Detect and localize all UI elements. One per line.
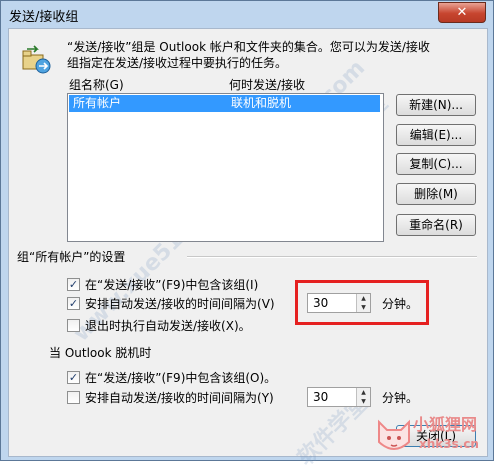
- fox-logo-icon: [378, 419, 410, 450]
- exit-checkbox[interactable]: [67, 319, 80, 332]
- close-icon[interactable]: ✕: [438, 2, 486, 23]
- copy-button[interactable]: 复制(C)...: [396, 153, 476, 175]
- column-header-when[interactable]: 何时发送/接收: [229, 76, 305, 93]
- include-offline-label[interactable]: 在“发送/接收”(F9)中包含该组(O)。: [85, 369, 276, 386]
- auto-offline-label[interactable]: 安排自动发送/接收的时间间隔为(Y): [85, 389, 274, 406]
- dialog-client-area: www.xue51.com www.xue51.com 软件学堂 软件学堂 “发…: [8, 28, 488, 471]
- annotation-highlight-box: [295, 280, 429, 325]
- column-header-name[interactable]: 组名称(G): [69, 76, 124, 93]
- auto-offline-checkbox[interactable]: [67, 391, 80, 404]
- edit-button[interactable]: 编辑(E)...: [396, 124, 476, 146]
- spin-down-icon[interactable]: ▼: [356, 397, 370, 406]
- group-when: 联机和脱机: [231, 96, 292, 110]
- group-name: 所有帐户: [73, 96, 122, 110]
- new-button[interactable]: 新建(N)...: [396, 94, 476, 116]
- include-online-checkbox[interactable]: ✓: [67, 278, 80, 291]
- list-item-all-accounts[interactable]: 所有帐户 联机和脱机: [69, 95, 380, 112]
- spin-up-icon[interactable]: ▲: [356, 388, 370, 397]
- intro-text: “发送/接收”组是 Outlook 帐户和文件夹的集合。您可以为发送/接收 组指…: [67, 39, 477, 71]
- window-title: 发送/接收组: [9, 10, 79, 25]
- auto-online-label[interactable]: 安排自动发送/接收的时间间隔为(V): [85, 295, 275, 312]
- group-divider: [187, 256, 477, 258]
- include-online-label[interactable]: 在“发送/接收”(F9)中包含该组(I): [85, 276, 258, 293]
- intro-line-2: 组指定在发送/接收过程中要执行的任务。: [67, 56, 288, 70]
- offline-section-title: 当 Outlook 脱机时: [49, 346, 152, 360]
- rename-button[interactable]: 重命名(R): [396, 214, 476, 236]
- send-receive-icon: [22, 45, 51, 74]
- intro-line-1: “发送/接收”组是 Outlook 帐户和文件夹的集合。您可以为发送/接收: [67, 40, 430, 54]
- auto-online-checkbox[interactable]: ✓: [67, 297, 80, 310]
- watermark-logo-domain: xhk3s.cn: [419, 437, 479, 451]
- title-bar[interactable]: 发送/接收组 ✕: [1, 1, 493, 27]
- send-receive-groups-window: 发送/接收组 ✕ www.xue51.com www.xue51.com 软件学…: [0, 0, 494, 471]
- include-offline-checkbox[interactable]: ✓: [67, 371, 80, 384]
- watermark-logo-text: 小狐狸网: [413, 415, 478, 434]
- exit-label[interactable]: 退出时执行自动发送/接收(X)。: [85, 317, 251, 334]
- offline-minutes-unit: 分钟。: [382, 391, 419, 405]
- offline-minutes-stepper[interactable]: 30 ▲ ▼: [307, 387, 371, 407]
- delete-button[interactable]: 删除(M): [396, 183, 476, 205]
- group-settings-title: 组“所有帐户”的设置: [17, 250, 126, 264]
- offline-minutes-value[interactable]: 30: [313, 390, 328, 404]
- groups-list[interactable]: 所有帐户 联机和脱机: [67, 93, 384, 242]
